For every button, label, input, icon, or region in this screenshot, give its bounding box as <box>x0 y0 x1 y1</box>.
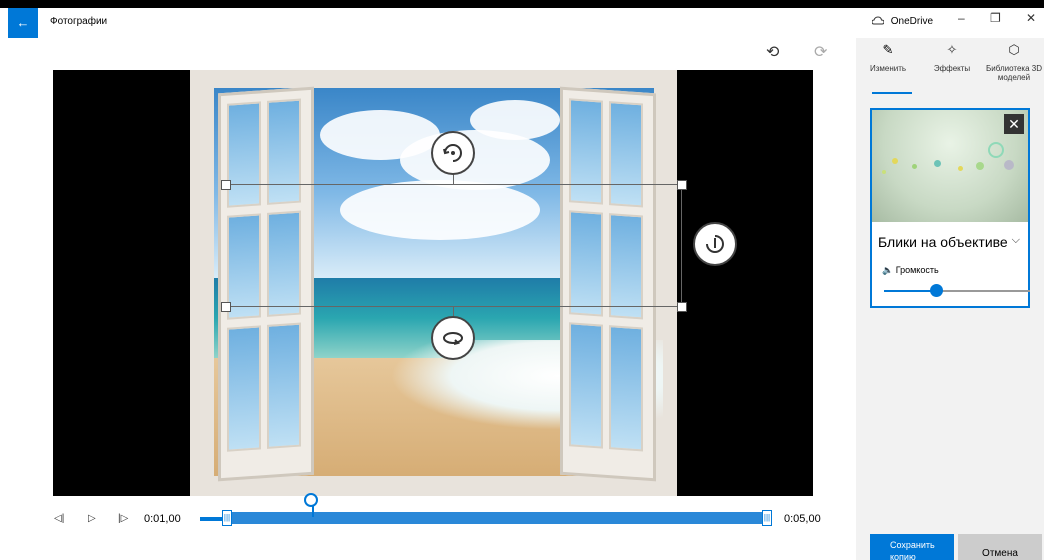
volume-label: Громкость <box>895 265 939 275</box>
volume-slider-fill <box>884 290 936 292</box>
tab-effects[interactable]: ✧ Эффекты <box>922 42 982 73</box>
window-pane <box>267 210 301 317</box>
tab-3d-library-label: Библиотека 3D моделей <box>986 64 1042 82</box>
minimize-button[interactable]: – <box>958 11 965 25</box>
effect-title: Блики на объективе <box>878 234 1008 250</box>
effect-card[interactable]: ✕ Блики на объективе ⌵ 🔈 Громкость <box>870 108 1030 308</box>
timeline: ◁| ▷ |▷ 0:01,00 ||| ||| 0:05,00 <box>0 493 856 548</box>
volume-row: 🔈 Громкость <box>882 265 939 276</box>
flare-dot <box>882 170 886 174</box>
back-button[interactable]: ← <box>8 8 38 38</box>
rotate-z-button[interactable] <box>431 316 475 360</box>
photos-window: ← Фотографии OneDrive – ❐ ✕ ⟲ ⟳ ◁| ▷ |▷ … <box>0 8 1044 560</box>
window-pane <box>267 98 301 205</box>
cloud <box>470 100 560 140</box>
right-window-shutter <box>560 86 656 482</box>
rotate-handle-stem <box>453 174 454 184</box>
back-arrow-icon: ← <box>16 15 30 30</box>
window-pane <box>609 325 643 452</box>
cloud-icon <box>871 16 885 25</box>
tab-edit-label: Изменить <box>869 64 907 73</box>
end-time: 0:05,00 <box>784 513 821 525</box>
title-bar: ← Фотографии OneDrive – ❐ ✕ <box>0 8 1044 38</box>
window-pane <box>227 101 261 208</box>
rotate-icon <box>443 332 463 345</box>
flare-dot <box>912 164 917 169</box>
onedrive-button[interactable]: OneDrive <box>871 16 934 27</box>
trim-start-handle[interactable]: ||| <box>222 510 232 526</box>
flare-dot <box>976 162 984 170</box>
window-pane <box>609 101 643 208</box>
onedrive-label: OneDrive <box>890 16 934 27</box>
resize-handle[interactable] <box>221 180 231 190</box>
selection-edge <box>225 184 681 185</box>
cube-icon: ⬡ <box>1008 42 1020 57</box>
next-frame-button[interactable]: |▷ <box>118 513 128 524</box>
window-pane <box>569 322 603 449</box>
close-window-button[interactable]: ✕ <box>1026 11 1036 25</box>
redo-button[interactable]: ⟳ <box>814 42 827 62</box>
resize-handle[interactable] <box>221 302 231 312</box>
sparkle-icon: ✧ <box>946 42 958 57</box>
window-pane <box>609 213 643 320</box>
volume-slider-thumb[interactable] <box>930 284 943 297</box>
cancel-button[interactable]: Отмена <box>958 534 1042 560</box>
cloud <box>340 180 540 240</box>
rotate-icon <box>706 235 724 253</box>
flare-dot <box>892 158 898 164</box>
pencil-icon: ✎ <box>882 42 894 57</box>
window-pane <box>569 210 603 317</box>
left-window-shutter <box>218 86 314 482</box>
flare-dot <box>1004 160 1014 170</box>
window-pane <box>267 322 301 449</box>
rotate-x-button[interactable] <box>431 131 475 175</box>
resize-handle[interactable] <box>677 180 687 190</box>
remove-effect-button[interactable]: ✕ <box>1004 114 1024 134</box>
window-pane <box>227 325 261 452</box>
window-pane <box>227 213 261 320</box>
selection-edge <box>681 184 682 306</box>
tab-3d-library[interactable]: ⬡ Библиотека 3D моделей <box>984 42 1044 82</box>
rotate-handle-stem <box>453 306 454 316</box>
restore-button[interactable]: ❐ <box>990 11 1001 25</box>
undo-button[interactable]: ⟲ <box>766 42 779 62</box>
tab-edit[interactable]: ✎ Изменить <box>858 42 918 73</box>
playhead[interactable] <box>304 493 318 507</box>
play-button[interactable]: ▷ <box>88 513 96 524</box>
window-pane <box>569 98 603 205</box>
flare-dot <box>934 160 941 167</box>
flare-ring <box>988 142 1004 158</box>
active-tab-indicator <box>872 92 912 94</box>
preview-image <box>190 70 677 496</box>
previous-frame-button[interactable]: ◁| <box>54 513 64 524</box>
rotate-y-button[interactable] <box>693 222 737 266</box>
current-time: 0:01,00 <box>144 513 181 525</box>
rotate-icon <box>443 144 462 162</box>
expand-chevron-icon[interactable]: ⌵ <box>1012 234 1020 247</box>
app-title: Фотографии <box>50 16 108 27</box>
volume-icon: 🔈 <box>882 265 894 275</box>
tab-effects-label: Эффекты <box>933 64 971 73</box>
flare-dot <box>958 166 963 171</box>
video-preview <box>53 70 813 496</box>
trim-end-handle[interactable]: ||| <box>762 510 772 526</box>
save-copy-button[interactable]: Сохранить копию <box>870 534 954 560</box>
resize-handle[interactable] <box>677 302 687 312</box>
timeline-selection[interactable] <box>222 512 772 524</box>
effects-panel: ✎ Изменить ✧ Эффекты ⬡ Библиотека 3D мод… <box>856 38 1044 560</box>
